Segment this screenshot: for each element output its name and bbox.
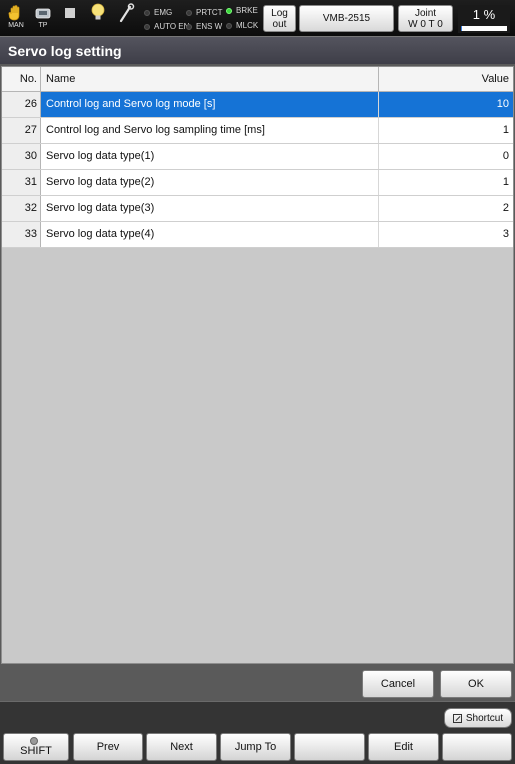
shortcut-button[interactable]: Shortcut bbox=[444, 708, 512, 728]
edit-key[interactable]: Edit bbox=[368, 733, 439, 761]
column-header-value: Value bbox=[481, 73, 509, 85]
function-key-4[interactable] bbox=[294, 733, 365, 761]
indicator-ens-w: ENS W bbox=[186, 22, 222, 32]
row-value: 0 bbox=[502, 150, 509, 162]
row-value: 2 bbox=[502, 202, 509, 214]
status-led bbox=[144, 10, 150, 16]
indicator-prtct: PRTCT bbox=[186, 8, 223, 18]
indicator-mlck: MLCK bbox=[226, 21, 258, 31]
row-name: Servo log data type(1) bbox=[41, 144, 379, 169]
speed-indicator[interactable]: 1 % bbox=[458, 5, 510, 33]
manual-mode-indicator[interactable]: MAN bbox=[4, 4, 28, 32]
status-led bbox=[186, 24, 192, 30]
row-number: 32 bbox=[2, 196, 41, 221]
table-row[interactable]: 33 Servo log data type(4) 3 bbox=[2, 222, 513, 248]
next-key[interactable]: Next bbox=[146, 733, 217, 761]
row-name: Servo log data type(2) bbox=[41, 170, 379, 195]
row-number: 31 bbox=[2, 170, 41, 195]
logout-button[interactable]: Log out bbox=[263, 5, 296, 32]
hand-icon bbox=[5, 4, 27, 22]
table-row[interactable]: 32 Servo log data type(3) 2 bbox=[2, 196, 513, 222]
parameter-table: No. Name Value 26 Control log and Servo … bbox=[1, 66, 514, 664]
cancel-button[interactable]: Cancel bbox=[362, 670, 434, 698]
row-name: Servo log data type(4) bbox=[41, 222, 379, 247]
teach-pendant-icon bbox=[32, 4, 54, 22]
status-led bbox=[226, 23, 232, 29]
teach-pendant-indicator[interactable]: TP bbox=[31, 4, 55, 32]
table-header: No. Name Value bbox=[2, 67, 513, 92]
function-key-6[interactable] bbox=[442, 733, 512, 761]
column-header-name: Name bbox=[41, 67, 379, 91]
speed-value: 1 % bbox=[472, 7, 496, 22]
indicator-brke: BRKE bbox=[226, 6, 258, 16]
row-name: Servo log data type(3) bbox=[41, 196, 379, 221]
maintenance-indicator[interactable] bbox=[114, 3, 138, 32]
row-value: 1 bbox=[502, 176, 509, 188]
title-bar: Servo log setting bbox=[0, 36, 515, 64]
row-number: 27 bbox=[2, 118, 41, 143]
status-led bbox=[144, 24, 150, 30]
lamp-indicator[interactable] bbox=[86, 3, 110, 32]
speed-bar-fill bbox=[461, 26, 462, 31]
column-header-no: No. bbox=[2, 67, 41, 91]
lightbulb-icon bbox=[87, 3, 109, 22]
status-led-on bbox=[226, 8, 232, 14]
coordinate-button[interactable]: Joint W 0 T 0 bbox=[398, 5, 453, 32]
status-led bbox=[186, 10, 192, 16]
dialog-button-bar: Cancel OK bbox=[0, 665, 515, 701]
speed-bar bbox=[461, 26, 507, 31]
shift-led bbox=[30, 737, 38, 745]
indicator-auto-en: AUTO EN bbox=[144, 22, 189, 32]
stop-indicator[interactable] bbox=[58, 4, 82, 32]
jump-to-key[interactable]: Jump To bbox=[220, 733, 291, 761]
table-row[interactable]: 27 Control log and Servo log sampling ti… bbox=[2, 118, 513, 144]
prev-key[interactable]: Prev bbox=[73, 733, 143, 761]
table-row[interactable]: 26 Control log and Servo log mode [s] 10 bbox=[2, 92, 513, 118]
page-title: Servo log setting bbox=[8, 43, 122, 59]
row-value: 1 bbox=[502, 124, 509, 136]
row-number: 26 bbox=[2, 92, 41, 117]
row-value: 10 bbox=[379, 92, 513, 117]
status-bar: MAN TP EMG AUTO EN PRTCT ENS W BRKE MLCK… bbox=[0, 0, 515, 36]
teach-pendant-screen: MAN TP EMG AUTO EN PRTCT ENS W BRKE MLCK… bbox=[0, 0, 515, 764]
row-value: 3 bbox=[502, 228, 509, 240]
stop-square-icon bbox=[59, 4, 81, 22]
pendant-label: TP bbox=[38, 22, 48, 29]
row-number: 30 bbox=[2, 144, 41, 169]
row-name: Control log and Servo log mode [s] bbox=[41, 92, 379, 117]
robot-model-button[interactable]: VMB-2515 bbox=[299, 5, 394, 32]
table-row[interactable]: 30 Servo log data type(1) 0 bbox=[2, 144, 513, 170]
table-row[interactable]: 31 Servo log data type(2) 1 bbox=[2, 170, 513, 196]
indicator-emg: EMG bbox=[144, 8, 172, 18]
table-body: 26 Control log and Servo log mode [s] 10… bbox=[2, 92, 513, 248]
ok-button[interactable]: OK bbox=[440, 670, 512, 698]
shortcut-icon bbox=[452, 713, 462, 723]
row-name: Control log and Servo log sampling time … bbox=[41, 118, 379, 143]
wrench-icon bbox=[115, 3, 137, 23]
mode-label: MAN bbox=[8, 22, 24, 29]
row-number: 33 bbox=[2, 222, 41, 247]
